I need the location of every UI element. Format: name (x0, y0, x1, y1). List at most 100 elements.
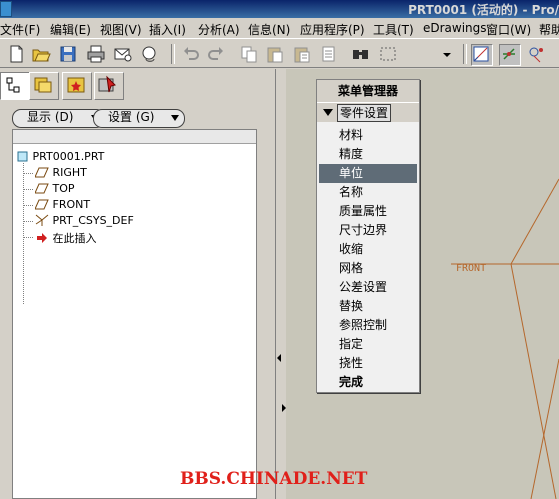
undo-icon[interactable] (181, 44, 201, 64)
tree-item-front[interactable]: FRONT (34, 198, 91, 211)
menu-item-mesh[interactable]: 网格 (319, 259, 417, 278)
menu-item-mass-props[interactable]: 质量属性 (319, 202, 417, 221)
menu-item-dim-bound[interactable]: 尺寸边界 (319, 221, 417, 240)
menu-info[interactable]: 信息(N) (248, 21, 290, 38)
collapse-left-icon[interactable] (277, 354, 281, 362)
menu-applications[interactable]: 应用程序(P) (300, 21, 365, 38)
menu-insert[interactable]: 插入(I) (149, 21, 186, 38)
title-bar: PRT0001 (活动的) - Pro/ (0, 0, 559, 18)
redo-icon[interactable] (206, 44, 226, 64)
menu-bar: 文件(F) 编辑(E) 视图(V) 插入(I) 分析(A) 信息(N) 应用程序… (0, 18, 559, 39)
connections-tab[interactable] (94, 72, 124, 100)
paste-special-icon[interactable] (292, 44, 312, 64)
menu-item-material[interactable]: 材料 (319, 126, 417, 145)
new-icon[interactable] (6, 44, 26, 64)
app-icon (0, 1, 12, 17)
tree-item-label: PRT_CSYS_DEF (52, 214, 134, 227)
toolbar-separator (463, 44, 467, 64)
tree-item-csys[interactable]: PRT_CSYS_DEF (35, 214, 134, 227)
model-tree: PRT0001.PRT RIGHT TOP FRONT PRT_CSYS_DEF… (12, 129, 257, 499)
folder-tab-icon (34, 77, 52, 93)
email-icon[interactable] (113, 44, 133, 64)
model-tree-tab-icon (6, 77, 20, 93)
menu-item-interchange[interactable]: 替换 (319, 297, 417, 316)
copy-icon[interactable] (239, 44, 259, 64)
tree-item-label: TOP (52, 182, 75, 195)
find-icon[interactable] (351, 44, 371, 64)
navigator-panel: 显示 (D) 设置 (G) PRT0001.PRT RIGHT TOP FRON… (0, 69, 276, 499)
display-button-label: 显示 (D) (27, 110, 74, 124)
settings-button-label: 设置 (G) (108, 110, 155, 124)
window-title: PRT0001 (活动的) - Pro/ (408, 3, 559, 17)
menu-manager-title: 菜单管理器 (317, 80, 419, 102)
folder-browser-tab[interactable] (29, 72, 59, 100)
top-datum-plane-edge (530, 358, 559, 499)
print-icon[interactable] (86, 44, 106, 64)
insert-arrow-icon (37, 233, 47, 243)
menu-item-shrinkage[interactable]: 收缩 (319, 240, 417, 259)
save-icon[interactable] (58, 44, 78, 64)
menu-item-ref-control[interactable]: 参照控制 (319, 316, 417, 335)
tree-root-label: PRT0001.PRT (32, 150, 105, 163)
menu-item-tolerance-setup[interactable]: 公差设置 (319, 278, 417, 297)
panel-splitter[interactable] (276, 69, 286, 499)
delete-icon[interactable] (319, 44, 339, 64)
display-button[interactable]: 显示 (D) (12, 109, 105, 128)
tree-connector (23, 173, 33, 174)
part-setup-submenu[interactable]: 零件设置 (317, 102, 419, 122)
tree-connector (23, 237, 33, 238)
menu-tools[interactable]: 工具(T) (373, 21, 414, 38)
right-datum-plane-edge (510, 263, 557, 499)
tree-item-label: FRONT (52, 198, 91, 211)
datum-plane-icon (34, 167, 49, 178)
tree-item-label: 在此插入 (52, 232, 97, 245)
model-tree-header (13, 130, 256, 144)
menu-view[interactable]: 视图(V) (100, 21, 142, 38)
email-link-icon[interactable] (140, 44, 160, 64)
tree-connector (23, 189, 33, 190)
tree-root[interactable]: PRT0001.PRT (17, 150, 104, 163)
menu-help[interactable]: 帮助 (539, 21, 559, 38)
datum-display-icon[interactable] (471, 44, 493, 66)
settings-button[interactable]: 设置 (G) (93, 109, 185, 128)
coordinate-system-icon (35, 214, 49, 226)
paste-icon[interactable] (265, 44, 285, 64)
menu-edrawings[interactable]: eDrawings (423, 21, 487, 35)
toolbar-separator (171, 44, 175, 64)
favorites-tab-icon (67, 77, 85, 93)
toolbar (0, 40, 559, 68)
tree-item-insert-here[interactable]: 在此插入 (35, 230, 97, 246)
menu-item-designate[interactable]: 指定 (319, 335, 417, 354)
watermark: BBS.CHINADE.NET (180, 469, 368, 489)
select-box-icon[interactable] (378, 44, 398, 64)
tree-item-top[interactable]: TOP (34, 182, 75, 195)
point-display-icon[interactable] (526, 44, 546, 64)
menu-item-units[interactable]: 单位 (319, 164, 417, 183)
model-tree-tab[interactable] (0, 72, 30, 100)
right-datum-plane-edge (510, 178, 559, 265)
dropdown-icon[interactable] (437, 44, 457, 64)
front-datum-label: FRONT (456, 263, 487, 274)
tree-connector (23, 163, 24, 304)
menu-item-accuracy[interactable]: 精度 (319, 145, 417, 164)
axis-display-icon[interactable] (499, 44, 521, 66)
datum-plane-icon (34, 199, 49, 210)
menu-edit[interactable]: 编辑(E) (50, 21, 91, 38)
menu-item-flexibility[interactable]: 挠性 (319, 354, 417, 373)
menu-window[interactable]: 窗口(W) (486, 21, 531, 38)
tree-item-label: RIGHT (52, 166, 87, 179)
tree-connector (23, 205, 33, 206)
part-icon (17, 151, 28, 162)
menu-analysis[interactable]: 分析(A) (198, 21, 240, 38)
connections-tab-icon (98, 75, 116, 93)
favorites-tab[interactable] (62, 72, 92, 100)
menu-item-name[interactable]: 名称 (319, 183, 417, 202)
open-icon[interactable] (31, 44, 51, 64)
chevron-down-icon (171, 115, 179, 121)
menu-file[interactable]: 文件(F) (0, 21, 40, 38)
tree-connector (23, 221, 33, 222)
collapse-triangle-icon[interactable] (323, 109, 333, 116)
menu-manager: 菜单管理器 零件设置 材料 精度 单位 名称 质量属性 尺寸边界 收缩 网格 公… (316, 79, 420, 393)
tree-item-right[interactable]: RIGHT (34, 166, 87, 179)
menu-item-done[interactable]: 完成 (319, 373, 417, 392)
